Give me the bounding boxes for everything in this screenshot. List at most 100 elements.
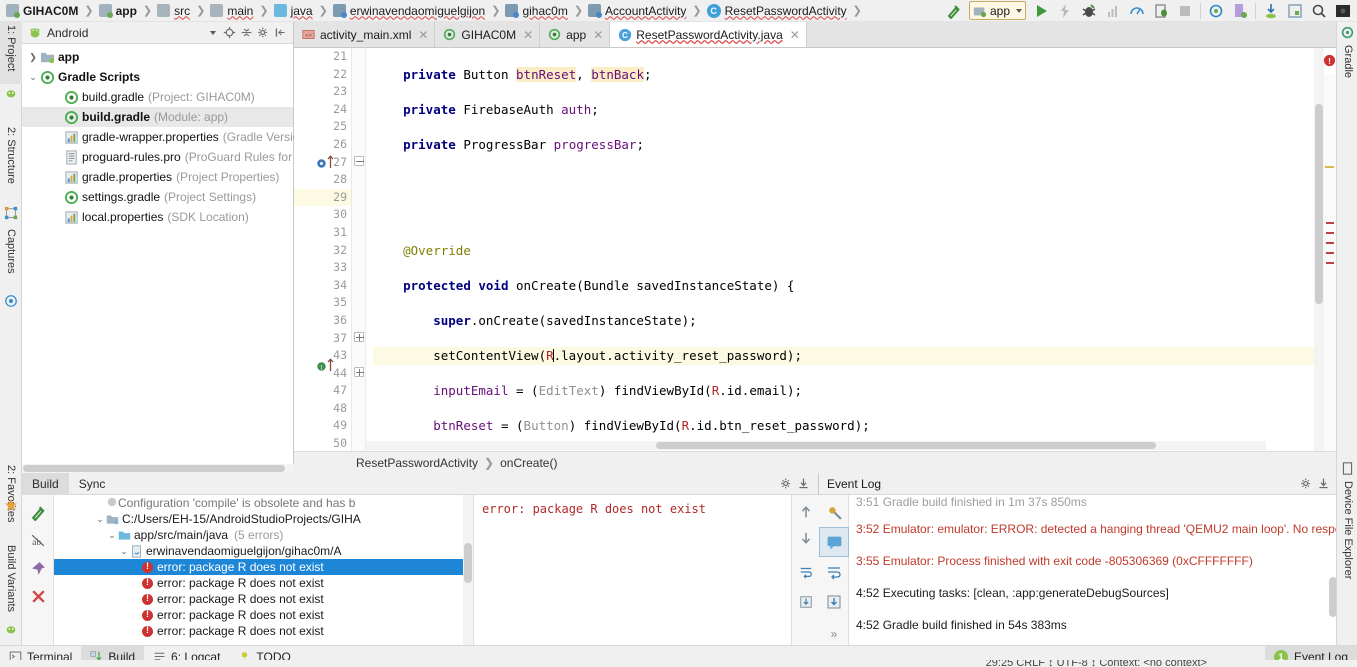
tree-item-proguard-rules[interactable]: proguard-rules.pro (ProGuard Rules for a…	[22, 147, 319, 167]
tree-item-warning[interactable]: Configuration 'compile' is obsolete and …	[54, 495, 473, 511]
gauge-icon[interactable]	[1125, 1, 1149, 21]
sidebar-item-gradle[interactable]: Gradle	[1337, 42, 1357, 92]
sidebar-item-build-variants[interactable]: Build Variants	[0, 542, 22, 632]
tree-item-project-path[interactable]: ⌄ C:/Users/EH-15/AndroidStudioProjects/G…	[54, 511, 473, 527]
breadcrumb-item-main[interactable]: main	[208, 0, 255, 22]
export-icon[interactable]	[792, 589, 820, 615]
breadcrumb-item-resetpasswordactivity[interactable]: C ResetPasswordActivity	[705, 0, 849, 22]
run-icon[interactable]	[1029, 1, 1053, 21]
close-icon[interactable]	[22, 582, 54, 610]
list-item[interactable]: 4:52 Gradle build finished in 54s 383ms	[856, 609, 1336, 641]
hide-panel-icon[interactable]	[1315, 475, 1332, 493]
soft-wrap-icon[interactable]	[792, 559, 820, 585]
tab-build[interactable]: Build	[22, 472, 69, 495]
hide-panel-icon[interactable]	[795, 475, 812, 493]
expand-more-icon[interactable]: »	[819, 623, 849, 645]
chevron-down-icon[interactable]: ⌄	[106, 530, 118, 541]
breadcrumb-item-package2[interactable]: gihac0m	[503, 0, 569, 22]
breadcrumb-class[interactable]: ResetPasswordActivity	[356, 456, 478, 470]
layout-inspector-icon[interactable]	[1283, 1, 1307, 21]
settings-gear-icon[interactable]	[255, 24, 272, 42]
notifications-icon[interactable]	[819, 527, 849, 557]
list-item[interactable]: 4:52 Executing tasks: [clean, :app:gener…	[856, 577, 1336, 609]
list-item[interactable]: 3:55 Emulator: Process finished with exi…	[856, 545, 1336, 577]
close-icon[interactable]: ✕	[790, 28, 800, 42]
tab-gihac0m[interactable]: GIHAC0M ✕	[435, 22, 541, 47]
run-configuration-selector[interactable]: app	[968, 1, 1026, 20]
caret-position-encoding[interactable]: 29:25 CRLF ↕ UTF-8 ↕ Context: <no contex…	[986, 660, 1207, 667]
chevron-down-icon[interactable]: ⌄	[26, 72, 40, 83]
breadcrumb-item-accountactivity[interactable]: AccountActivity	[586, 0, 688, 22]
gradle-build-icon[interactable]	[819, 497, 849, 527]
attach-debugger-icon[interactable]	[1149, 1, 1173, 21]
tree-item-build-gradle-project[interactable]: build.gradle (Project: GIHAC0M)	[22, 87, 293, 107]
tab-resetpasswordactivity-java[interactable]: C ResetPasswordActivity.java ✕	[610, 22, 807, 47]
avd-manager-icon[interactable]	[1228, 1, 1252, 21]
list-item[interactable]: 3:51 Gradle build finished in 1m 37s 850…	[856, 495, 1336, 513]
project-view-selector-label[interactable]: Android	[47, 26, 88, 40]
tree-item-local-properties[interactable]: local.properties (SDK Location)	[22, 207, 293, 227]
tab-app[interactable]: app ✕	[540, 22, 611, 47]
tree-item-build-gradle-module[interactable]: build.gradle (Module: app)	[22, 107, 293, 127]
table-row[interactable]: error: package R does not exist	[54, 591, 473, 607]
lambda-marker-icon[interactable]: l	[316, 361, 327, 375]
build-hammer-icon[interactable]	[942, 1, 966, 21]
table-row[interactable]: error: package R does not exist	[54, 575, 473, 591]
collapse-all-icon[interactable]	[238, 24, 255, 42]
chevron-down-icon[interactable]: ⌄	[118, 546, 130, 557]
editor-horizontal-scrollbar[interactable]	[366, 441, 1266, 450]
table-row[interactable]: error: package R does not exist	[54, 623, 473, 639]
tree-item-package-path[interactable]: ⌄ erwinavendaomiguelgijon/gihac0m/A	[54, 543, 473, 559]
editor-fold-column[interactable]	[352, 48, 366, 452]
breadcrumb-method[interactable]: onCreate()	[500, 456, 557, 470]
fold-expand-icon[interactable]	[354, 367, 364, 377]
close-icon[interactable]: ✕	[593, 28, 603, 42]
scroll-up-icon[interactable]	[792, 499, 820, 525]
tree-item-gradle-scripts[interactable]: ⌄ Gradle Scripts	[22, 67, 293, 87]
tree-item-gradle-wrapper-properties[interactable]: gradle-wrapper.properties (Gradle Versio…	[22, 127, 310, 147]
editor-vertical-scrollbar[interactable]	[1314, 48, 1324, 452]
breadcrumb-item-package1[interactable]: erwinavendaomiguelgijon	[331, 0, 487, 22]
hide-panel-icon[interactable]	[272, 24, 289, 42]
tree-item-gradle-properties[interactable]: gradle.properties (Project Properties)	[22, 167, 293, 187]
table-row[interactable]: error: package R does not exist	[54, 559, 473, 575]
editor-marker-bar[interactable]	[1324, 74, 1336, 452]
sync-gradle-icon[interactable]	[1204, 1, 1228, 21]
device-screenshot-icon[interactable]	[1331, 1, 1355, 21]
chevron-down-icon[interactable]: ⌄	[94, 514, 106, 525]
sidebar-item-project[interactable]: 1: Project	[0, 22, 22, 84]
breadcrumb-item-app[interactable]: app	[97, 0, 139, 22]
fold-expand-icon[interactable]	[354, 332, 364, 342]
inspection-error-badge-icon[interactable]: !	[1323, 54, 1336, 70]
override-marker-icon[interactable]	[316, 158, 327, 172]
export-icon[interactable]	[819, 587, 849, 617]
editor-gutter[interactable]: 21 22 23 24 25 26 27 28 29 30 31 32 33 3…	[294, 48, 352, 452]
pin-icon[interactable]	[22, 554, 54, 582]
code-text[interactable]: private Button btnReset, btnBack; privat…	[366, 48, 1336, 452]
tab-sync[interactable]: Sync	[69, 473, 116, 495]
breadcrumb-item-src[interactable]: src	[155, 0, 192, 22]
debug-icon[interactable]	[1077, 1, 1101, 21]
build-output-tree[interactable]: Configuration 'compile' is obsolete and …	[54, 495, 473, 645]
tree-item-settings-gradle[interactable]: settings.gradle (Project Settings)	[22, 187, 293, 207]
settings-gear-icon[interactable]	[1298, 475, 1315, 493]
rebuild-hammer-icon[interactable]	[22, 498, 54, 526]
event-log-entries[interactable]: 3:51 Gradle build finished in 1m 37s 850…	[849, 495, 1336, 645]
tab-activity-main-xml[interactable]: <> activity_main.xml ✕	[294, 22, 436, 47]
sidebar-item-structure[interactable]: 2: Structure	[0, 124, 22, 202]
tree-item-java-source[interactable]: ⌄ app/src/main/java (5 errors)	[54, 527, 473, 543]
breadcrumb-item-gihac0m[interactable]: GIHAC0M	[4, 0, 80, 22]
chevron-right-icon[interactable]: ❯	[26, 52, 40, 63]
soft-wrap-icon[interactable]	[819, 557, 849, 587]
list-item[interactable]: 3:52 Emulator: emulator: ERROR: detected…	[856, 513, 1336, 545]
toggle-word-wrap-icon[interactable]: ab	[22, 526, 54, 554]
sdk-manager-icon[interactable]	[1259, 1, 1283, 21]
tree-item-app[interactable]: ❯ app	[22, 47, 293, 67]
scroll-down-icon[interactable]	[792, 525, 820, 551]
chevron-down-icon[interactable]	[204, 24, 221, 42]
fold-collapse-icon[interactable]	[354, 156, 364, 166]
close-icon[interactable]: ✕	[418, 28, 428, 42]
sidebar-item-device-file-explorer[interactable]: Device File Explorer	[1337, 478, 1357, 598]
event-log-scrollbar[interactable]	[1328, 495, 1336, 645]
build-tree-scrollbar[interactable]	[463, 495, 473, 645]
